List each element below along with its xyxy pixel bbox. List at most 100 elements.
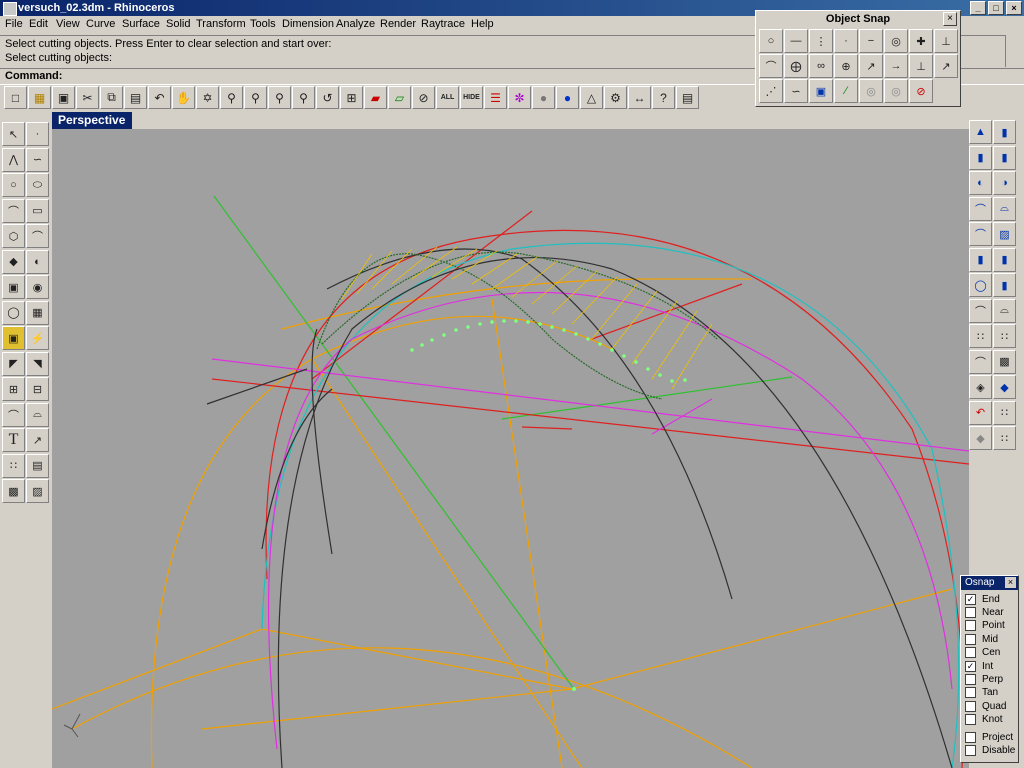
sphere-icon[interactable]: ◉ [26, 275, 49, 299]
snap-vertical-icon[interactable]: ⊥ [909, 54, 933, 78]
osnap-option-near[interactable]: Near [965, 606, 1004, 619]
osnap-option-int[interactable]: ✓ Int [965, 660, 993, 673]
loft-icon[interactable]: ▮ [993, 120, 1016, 144]
menu-file[interactable]: File [5, 18, 23, 30]
menu-dimension[interactable]: Dimension [282, 18, 334, 30]
snap-tan-icon[interactable]: ⌒ [759, 54, 783, 78]
menu-render[interactable]: Render [380, 18, 416, 30]
osnap-option-project[interactable]: Project [965, 731, 1013, 744]
grid-icon[interactable]: ▨ [26, 479, 49, 503]
checkbox[interactable] [965, 607, 976, 618]
snap-diag-icon[interactable]: ↗ [934, 54, 958, 78]
gumball-icon[interactable]: ◆ [969, 426, 992, 450]
rebuild-icon[interactable]: ⌒ [969, 349, 992, 374]
history-scrollbar[interactable] [1005, 35, 1022, 67]
zoom-window-icon[interactable]: ⚲ [244, 86, 267, 109]
snap-arrow-icon[interactable]: ↗ [859, 54, 883, 78]
menu-surface[interactable]: Surface [122, 18, 160, 30]
ellipse-icon[interactable]: ⬭ [26, 173, 49, 197]
osnap-option-cen[interactable]: Cen [965, 646, 1000, 659]
cplane-icon[interactable]: ▱ [388, 86, 411, 109]
open-folder-icon[interactable]: ▦ [28, 86, 51, 109]
cylinder-surface-icon[interactable]: ◯ [969, 273, 992, 297]
four-viewports-icon[interactable]: ⊞ [340, 86, 363, 109]
mesh-icon[interactable]: ▦ [26, 300, 49, 325]
checkbox[interactable]: ✓ [965, 661, 976, 672]
control-points-icon[interactable]: ∷ [969, 324, 992, 348]
point-icon[interactable]: · [26, 122, 49, 146]
snap-near-icon[interactable]: — [784, 29, 808, 53]
osnap-option-disable[interactable]: Disable [965, 744, 1015, 757]
snap-circle-icon[interactable]: ⨁ [784, 54, 808, 78]
color-wheel-icon[interactable]: ✼ [508, 86, 531, 109]
hide-icon[interactable]: HIDE [460, 86, 483, 109]
snap-cancel-icon[interactable]: ⊘ [909, 79, 933, 103]
snap-project-icon[interactable]: → [884, 54, 908, 78]
menu-analyze[interactable]: Analyze [336, 18, 375, 30]
snap-disabled2-icon[interactable]: ◎ [884, 79, 908, 103]
rhino-app-icon[interactable] [3, 2, 17, 16]
offset-surface-icon[interactable]: ▨ [993, 222, 1016, 246]
snap-point-icon[interactable]: ⋮ [809, 29, 833, 53]
fillet-curve-icon[interactable]: ⌒ [26, 224, 49, 248]
plane-surface-icon[interactable]: ▮ [993, 247, 1016, 272]
edit-points-icon[interactable]: ∷ [993, 324, 1016, 348]
undo-view-icon[interactable]: ↺ [316, 86, 339, 109]
surface-points-icon[interactable]: ◆ [2, 249, 25, 274]
menu-solid[interactable]: Solid [166, 18, 190, 30]
group-icon[interactable]: ⊞ [2, 377, 25, 401]
split-icon[interactable]: ◤ [2, 351, 25, 376]
box-icon[interactable]: ▣ [2, 275, 25, 299]
paste-icon[interactable]: ▤ [124, 86, 147, 109]
snap-knot-icon[interactable]: ∞ [809, 54, 833, 78]
menu-help[interactable]: Help [471, 18, 494, 30]
osnap-option-point[interactable]: Point [965, 619, 1005, 632]
select-arrow-icon[interactable]: ↖ [2, 122, 25, 146]
snap-quad-icon[interactable]: ◎ [884, 29, 908, 53]
menu-tools[interactable]: Tools [250, 18, 276, 30]
maximize-button[interactable]: □ [988, 1, 1004, 15]
menu-raytrace[interactable]: Raytrace [421, 18, 465, 30]
render-sphere-icon[interactable]: ● [556, 86, 579, 109]
zoom-extents-icon[interactable]: ⚲ [268, 86, 291, 109]
copy-icon[interactable]: ⧉ [100, 86, 123, 109]
tube-icon[interactable]: ▮ [993, 273, 1016, 297]
point-edit-icon[interactable]: ∷ [993, 426, 1016, 450]
undo-icon[interactable]: ↶ [148, 86, 171, 109]
cut-icon[interactable]: ✂ [76, 86, 99, 109]
rectangle-icon[interactable]: ▭ [26, 198, 49, 223]
document-icon[interactable]: ▤ [26, 453, 49, 478]
sweep-icon[interactable]: ▮ [969, 145, 992, 170]
snap-box-icon[interactable]: ▣ [809, 79, 833, 103]
dimension-tool-icon[interactable]: ↗ [26, 428, 49, 452]
pan-hand-icon[interactable]: ✋ [172, 86, 195, 109]
checkbox[interactable] [965, 620, 976, 631]
circle-icon[interactable]: ○ [2, 173, 25, 197]
settings-gear-icon[interactable]: ⚙ [604, 86, 627, 109]
select-all-icon[interactable]: ALL [436, 86, 459, 109]
snap-end-icon[interactable]: ○ [759, 29, 783, 53]
yellow-box-icon[interactable]: ▣ [2, 326, 25, 350]
lightning-icon[interactable]: ⚡ [26, 326, 49, 350]
trim-icon[interactable]: ◥ [26, 351, 49, 376]
car-icon[interactable]: ▰ [364, 86, 387, 109]
osnap-option-knot[interactable]: Knot [965, 713, 1003, 726]
dimension-icon[interactable]: ↔ [628, 86, 651, 109]
checkbox[interactable] [965, 732, 976, 743]
checkbox[interactable] [965, 745, 976, 756]
cylinder-icon[interactable]: ◯ [2, 300, 25, 325]
zoom-selected-icon[interactable]: ⚲ [292, 86, 315, 109]
menu-transform[interactable]: Transform [196, 18, 246, 30]
minimize-button[interactable]: _ [970, 1, 986, 15]
curve-icon[interactable]: ∽ [26, 147, 49, 172]
snap-curve-icon[interactable]: ∽ [784, 79, 808, 103]
rail-revolve-icon[interactable]: ◑ [993, 171, 1016, 195]
osnap-option-quad[interactable]: Quad [965, 700, 1006, 713]
sweep2-icon[interactable]: ▮ [993, 145, 1016, 170]
new-file-icon[interactable]: □ [4, 86, 27, 109]
help-icon[interactable]: ? [652, 86, 675, 109]
ungroup-icon[interactable]: ⊟ [26, 377, 49, 401]
menu-view[interactable]: View [56, 18, 80, 30]
mirror-icon[interactable]: ◈ [969, 375, 992, 399]
patch-icon[interactable]: ⌓ [993, 196, 1016, 221]
